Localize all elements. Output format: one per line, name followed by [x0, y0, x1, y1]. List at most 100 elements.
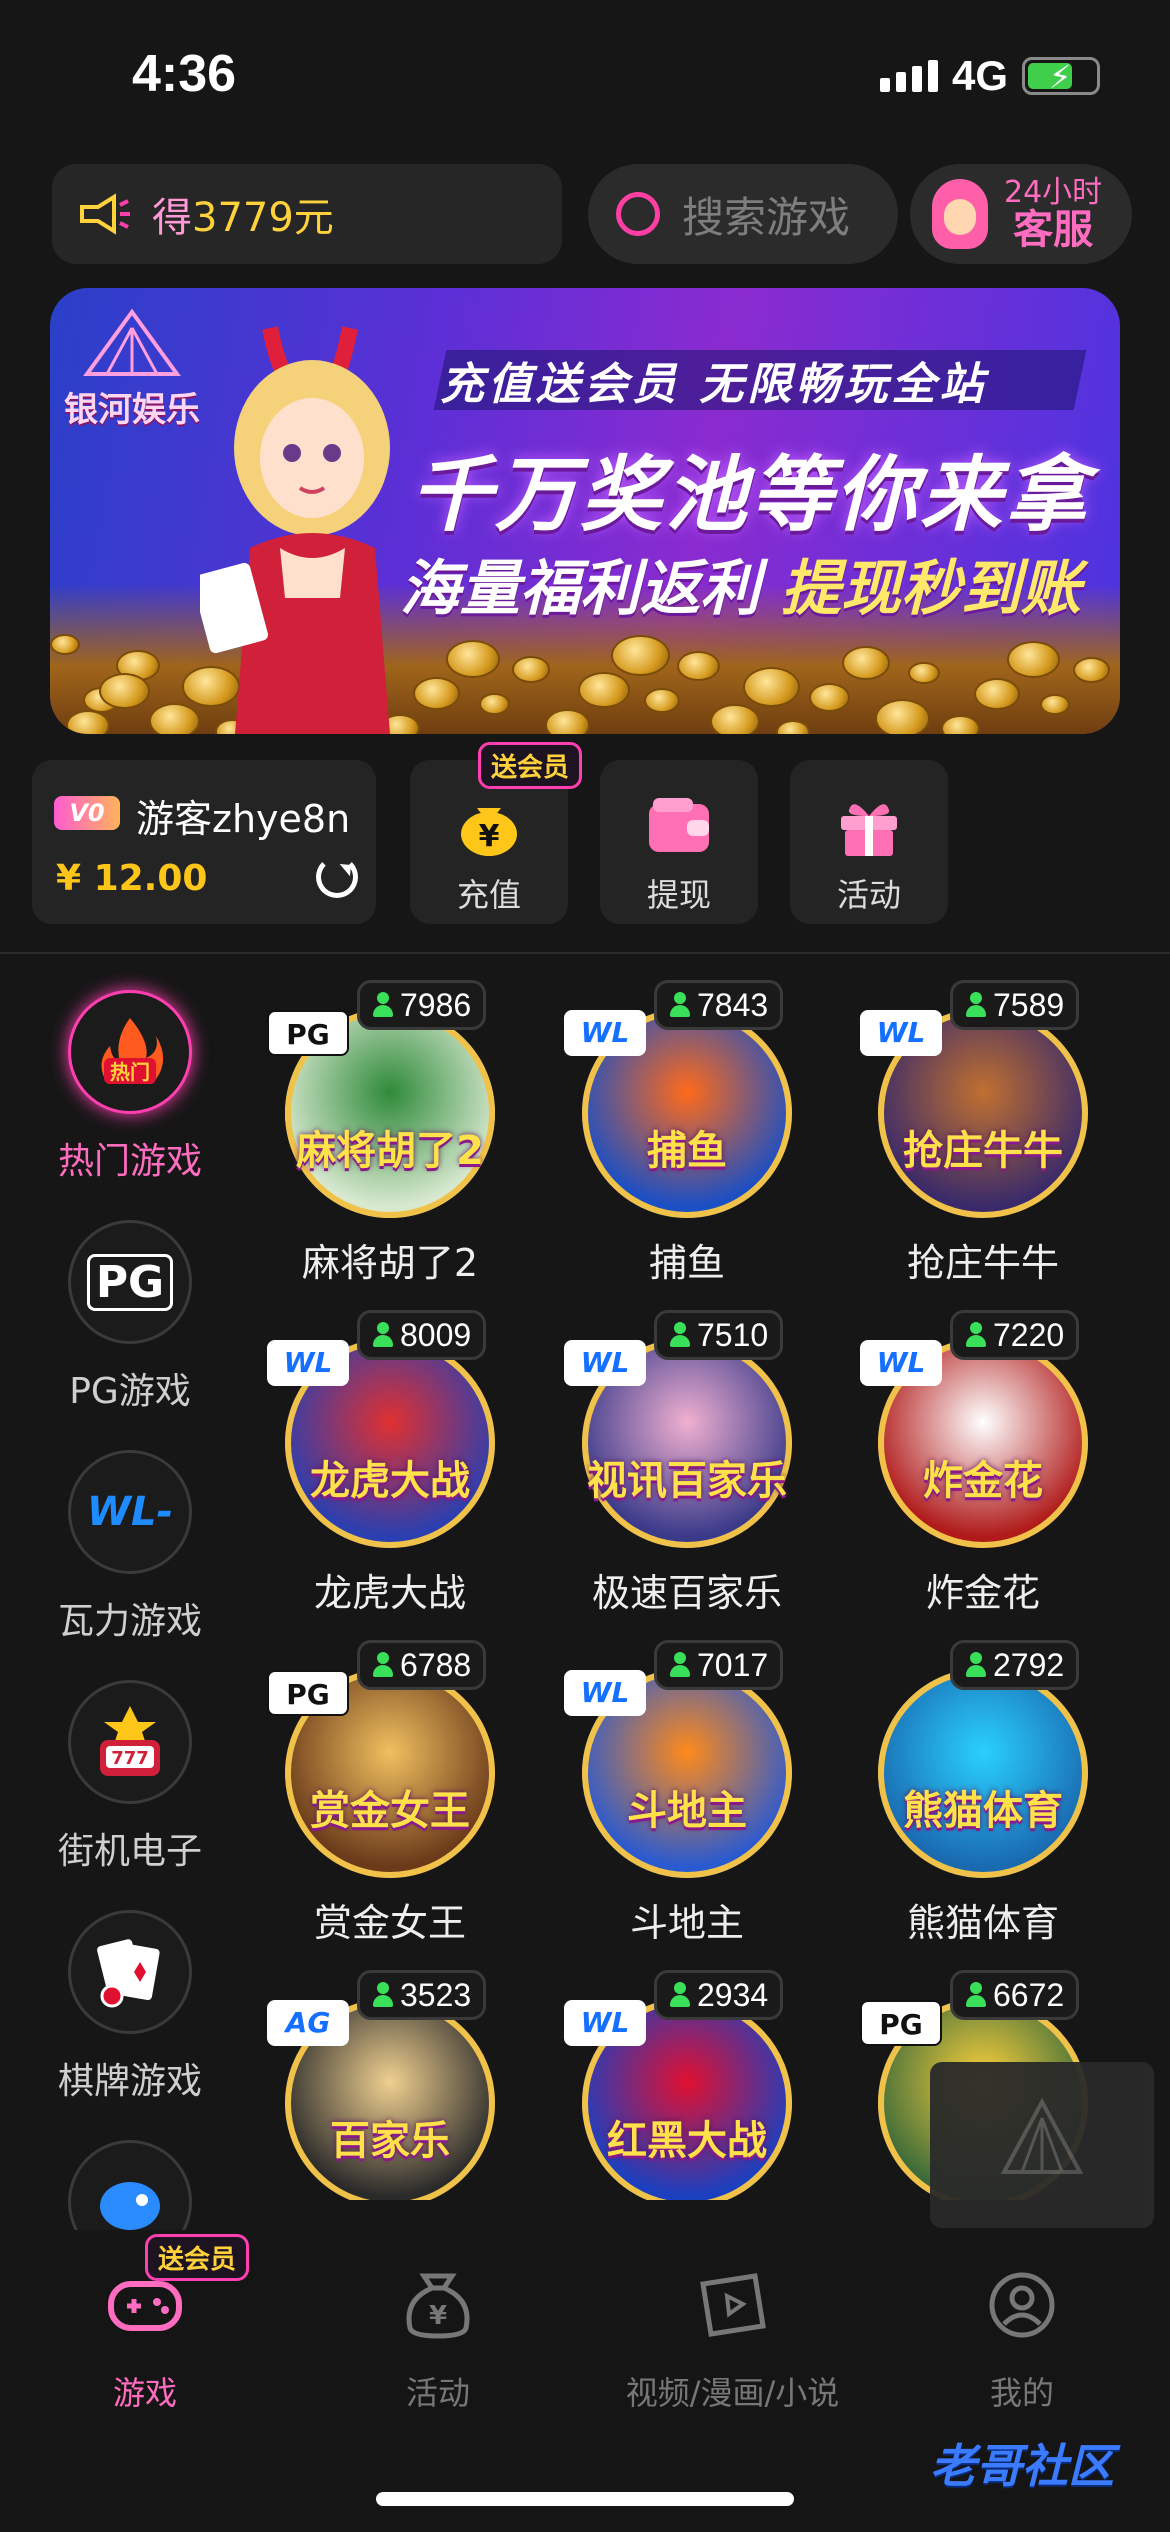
provider-badge: PG — [267, 1670, 349, 1716]
tab-profile[interactable]: 我的 — [912, 2270, 1132, 2414]
game-card[interactable]: 百家乐 3523 AG — [265, 1970, 515, 2200]
brand-logo-icon — [83, 308, 181, 376]
online-count-badge: 7589 — [950, 980, 1080, 1030]
withdraw-label: 提现 — [646, 876, 711, 914]
game-card[interactable]: 麻将胡了2 7986 PG 麻将胡了2 — [265, 980, 515, 1285]
brand-logo-icon — [1000, 2097, 1084, 2174]
game-name: 极速百家乐 — [591, 1571, 782, 1615]
tab-label: 我的 — [989, 2374, 1054, 2412]
online-count: 7986 — [400, 986, 472, 1023]
coin — [710, 704, 760, 734]
coin — [611, 635, 670, 677]
game-card[interactable]: 捕鱼 7843 WL 捕鱼 — [562, 980, 812, 1285]
tab-games[interactable]: 游戏 送会员 — [35, 2234, 255, 2414]
user-online-icon — [965, 1982, 987, 2008]
promo-banner[interactable]: 银河娱乐 充值送会员 无限畅玩全站 千万奖池等你来拿 海量福利返利 提现秒到账 — [50, 288, 1120, 734]
online-count-badge: 8009 — [357, 1310, 487, 1360]
game-card[interactable]: 熊猫体育 2792 熊猫体育 — [858, 1640, 1108, 1945]
game-card[interactable]: 斗地主 7017 WL 斗地主 — [562, 1640, 812, 1945]
provider-badge: WL — [860, 1010, 942, 1056]
online-count-badge: 7843 — [654, 980, 784, 1030]
online-count: 3523 — [400, 1976, 472, 2013]
online-count: 2792 — [993, 1646, 1065, 1683]
online-count-badge: 7220 — [950, 1310, 1080, 1360]
game-name: 赏金女王 — [313, 1901, 466, 1945]
svg-text:777: 777 — [111, 1748, 149, 1769]
bonus-tag: 送会员 — [478, 742, 583, 789]
banner-line2: 千万奖池等你来拿 — [410, 448, 1090, 543]
watermark: 老哥社区 — [930, 2439, 1114, 2493]
activity-button[interactable]: 活动 — [790, 760, 948, 924]
coin — [1007, 641, 1060, 679]
category-hot[interactable]: 热门 热门游戏 — [40, 990, 220, 1184]
coin — [578, 672, 630, 709]
withdraw-button[interactable]: 提现 — [600, 760, 758, 924]
support-label: 客服 — [1013, 206, 1094, 253]
online-count-badge: 6672 — [950, 1970, 1080, 2020]
recharge-button[interactable]: ¥ 充值 送会员 — [410, 742, 583, 924]
tab-label: 活动 — [405, 2374, 470, 2412]
category-pg[interactable]: PG PG游戏 — [40, 1220, 220, 1414]
online-count-badge: 3523 — [357, 1970, 487, 2020]
game-art-title: 炸金花 — [923, 1458, 1043, 1504]
online-count-badge: 7986 — [357, 980, 487, 1030]
search-bar[interactable]: 搜索游戏 — [588, 164, 898, 264]
game-card[interactable]: 视讯百家乐 7510 WL 极速百家乐 — [562, 1310, 812, 1615]
bonus-tag: 送会员 — [145, 2234, 250, 2281]
fishing-icon — [68, 2140, 192, 2230]
game-card[interactable]: 赏金女王 6788 PG 赏金女王 — [265, 1640, 515, 1945]
game-name: 捕鱼 — [648, 1241, 725, 1285]
vip-badge: V0 — [54, 796, 120, 830]
game-art-title: 龙虎大战 — [310, 1458, 470, 1504]
activity-label: 活动 — [836, 876, 901, 914]
category-wali[interactable]: WL- 瓦力游戏 — [40, 1450, 220, 1644]
banner-line1: 充值送会员 无限畅玩全站 — [440, 359, 988, 410]
category-arcade[interactable]: 777 街机电子 — [40, 1680, 220, 1874]
game-art-title: 百家乐 — [330, 2118, 450, 2164]
game-art-title: 赏金女王 — [310, 1788, 470, 1834]
money-bag-icon: ¥ — [461, 808, 517, 856]
coin — [1040, 694, 1070, 715]
coin — [545, 709, 590, 734]
customer-service-button[interactable]: 24小时 客服 — [910, 164, 1132, 264]
refresh-icon[interactable] — [316, 856, 358, 898]
game-art-title: 麻将胡了2 — [296, 1128, 484, 1174]
game-icon: 熊猫体育 — [878, 1668, 1088, 1878]
recharge-label: 充值 — [456, 876, 521, 914]
game-card[interactable]: 龙虎大战 8009 WL 龙虎大战 — [265, 1310, 515, 1615]
category-label: 棋牌游戏 — [57, 2061, 202, 2102]
coin — [941, 715, 980, 734]
coin — [479, 693, 510, 715]
support-hours: 24小时 — [1004, 175, 1103, 211]
user-online-icon — [669, 992, 691, 1018]
user-online-icon — [965, 1322, 987, 1348]
category-label: 热门游戏 — [57, 1141, 202, 1182]
online-count: 7589 — [993, 986, 1065, 1023]
cards-icon — [68, 1910, 192, 2034]
game-art-title: 视讯百家乐 — [587, 1458, 787, 1504]
banner-line3: 海量福利返利 提现秒到账 — [400, 554, 1081, 624]
online-count: 7510 — [697, 1316, 769, 1353]
provider-badge: PG — [267, 1010, 349, 1056]
game-name: 斗地主 — [629, 1901, 744, 1945]
home-indicator[interactable] — [376, 2492, 794, 2506]
coin — [644, 688, 680, 714]
coin — [149, 703, 200, 734]
coin — [50, 634, 80, 655]
category-more[interactable] — [40, 2140, 220, 2230]
floating-widget[interactable] — [930, 2062, 1154, 2228]
tab-media[interactable]: 视频/漫画/小说 — [620, 2270, 845, 2414]
online-count: 2934 — [697, 1976, 769, 2013]
svg-text:¥: ¥ — [429, 2301, 447, 2331]
game-card[interactable]: 红黑大战 2934 WL — [562, 1970, 812, 2200]
tab-label: 游戏 — [112, 2374, 177, 2412]
money-bag-icon: ¥ — [406, 2273, 470, 2339]
tab-activity[interactable]: ¥ 活动 — [328, 2270, 548, 2414]
game-card[interactable]: 炸金花 7220 WL 炸金花 — [858, 1310, 1108, 1615]
account-card: V0 游客zhye8n ¥ 12.00 — [32, 760, 376, 924]
pg-logo-icon: PG — [68, 1220, 192, 1344]
notice-text: 得3779元 — [152, 195, 334, 241]
game-card[interactable]: 抢庄牛牛 7589 WL 抢庄牛牛 — [858, 980, 1108, 1285]
notice-marquee[interactable]: 得3779元 — [52, 164, 562, 264]
category-cards[interactable]: 棋牌游戏 — [40, 1910, 220, 2104]
